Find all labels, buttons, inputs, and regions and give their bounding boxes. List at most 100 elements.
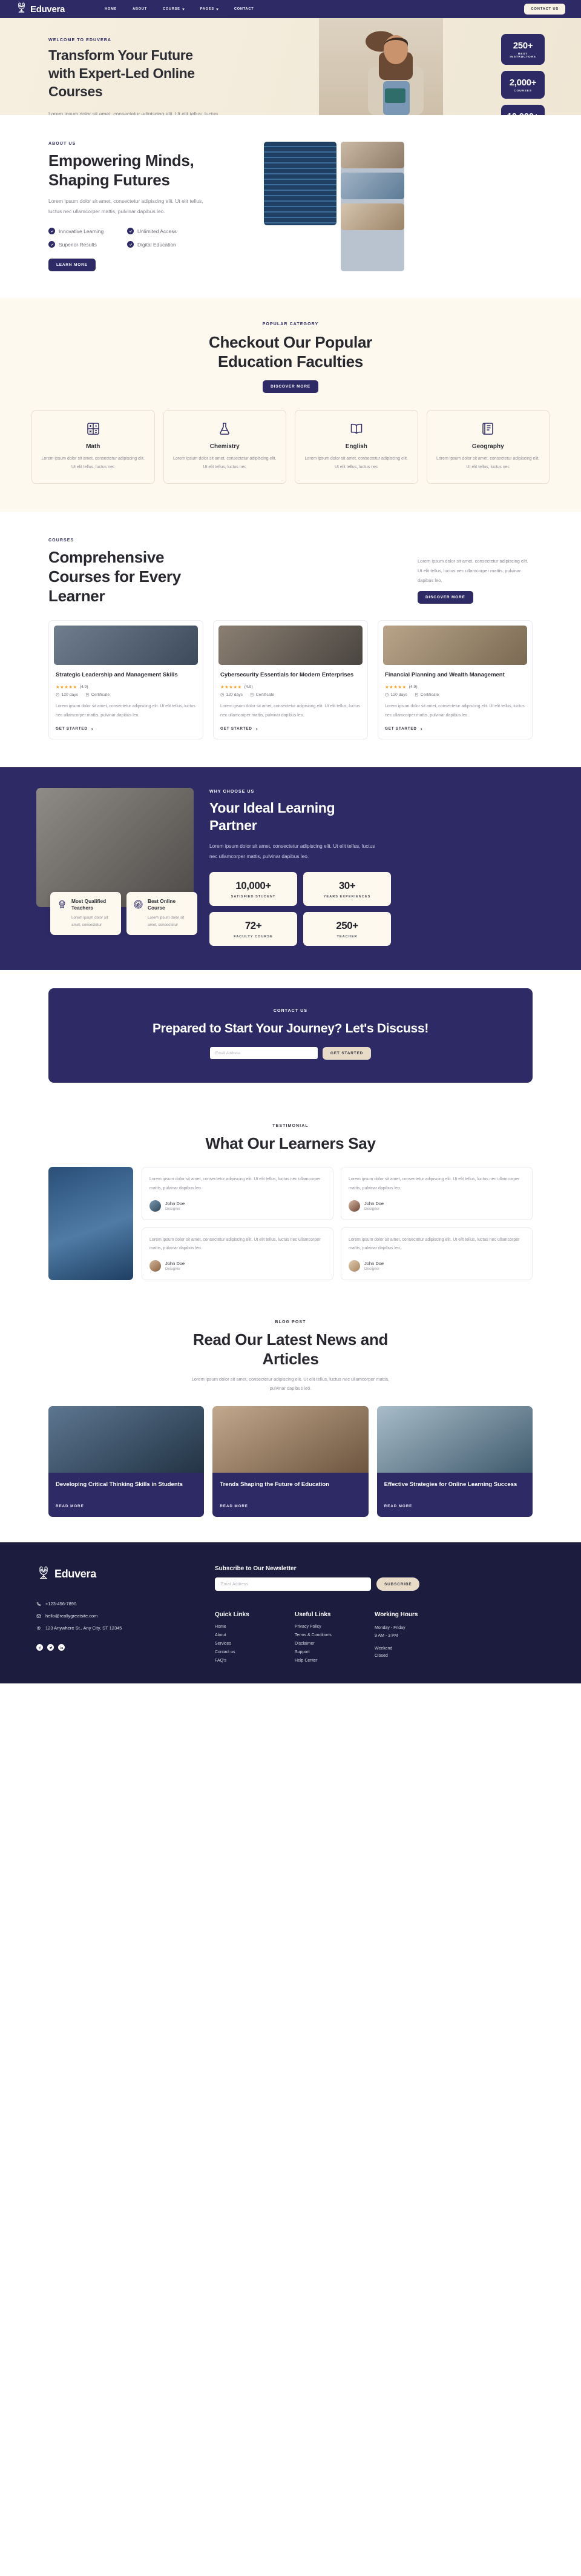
avatar [349,1260,360,1272]
about-learn-more-button[interactable]: LEARN MORE [48,259,96,272]
linkedin-icon[interactable] [58,1644,65,1651]
newsletter-email-input[interactable] [215,1577,371,1591]
nav-label: CONTACT [234,7,254,11]
course-get-started-link[interactable]: GET STARTED [385,727,525,731]
courses-discover-more-button[interactable]: DISCOVER MORE [418,591,473,604]
testimonial-name: John Doe [165,1200,185,1206]
brand-logo[interactable]: Eduvera [16,2,65,16]
blog-read-more-link[interactable]: READ MORE [56,1504,197,1508]
category-card[interactable]: Math Lorem ipsum dolor sit amet, consect… [31,409,155,484]
why-stat-card: 72+ FACULTY COURSE [209,912,297,946]
footer-link[interactable]: Terms & Conditions [295,1633,375,1637]
book-icon [303,421,410,437]
calculator-icon [40,421,146,437]
footer-useful-links-list: Privacy Policy Terms & Conditions Discla… [295,1625,375,1663]
category-card[interactable]: English Lorem ipsum dolor sit amet, cons… [295,409,418,484]
course-card[interactable]: Financial Planning and Wealth Management… [378,620,533,740]
courses-grid: Strategic Leadership and Management Skil… [48,620,533,740]
footer-link[interactable]: Disclaimer [295,1642,375,1646]
footer-useful-links-title: Useful Links [295,1611,331,1619]
footer-brand[interactable]: Eduvera [36,1565,197,1583]
footer-link[interactable]: Services [215,1642,295,1646]
footer-link[interactable]: Contact us [215,1650,295,1654]
blog-card[interactable]: Effective Strategies for Online Learning… [376,1406,533,1518]
footer-link[interactable]: Privacy Policy [295,1625,375,1629]
testimonials-eyebrow: TESTIMONIAL [272,1124,309,1129]
footer-email[interactable]: hello@reallygreatsite.com [36,1613,197,1619]
footer-link[interactable]: Support [295,1650,375,1654]
footer-phone[interactable]: +123-456-7890 [36,1601,197,1607]
about-feature-item: Innovative Learning [48,228,121,235]
newsletter-subscribe-button[interactable]: SUBSCRIBE [376,1577,420,1591]
about-photo-1 [341,142,404,168]
about-gallery [264,142,533,272]
stat-number: 2,000+ [509,78,537,88]
why-floating-desc: Lorem ipsum dolor sit amet, consectetur [71,915,108,927]
blog-body: Developing Critical Thinking Skills in S… [48,1473,205,1518]
course-card[interactable]: Strategic Leadership and Management Skil… [48,620,203,740]
why-stat-label: FACULTY COURSE [234,935,273,939]
course-duration: 120 days [56,693,78,697]
categories-discover-more-button[interactable]: DISCOVER MORE [263,380,318,393]
nav-item-pages[interactable]: PAGES [200,7,218,11]
why-stat-number: 72+ [245,920,262,932]
category-desc: Lorem ipsum dolor sit amet, consectetur … [41,456,145,469]
facebook-icon[interactable] [36,1644,43,1651]
star-rating-icon: ★★★★★ [220,684,242,690]
nav-item-contact[interactable]: CONTACT [234,7,254,11]
owl-icon [36,1565,51,1583]
category-card[interactable]: Chemistry Lorem ipsum dolor sit amet, co… [163,409,286,484]
footer-link[interactable]: Home [215,1625,295,1629]
blog-image [212,1406,369,1473]
nav-label: PAGES [200,7,214,11]
footer-link[interactable]: Help Center [295,1659,375,1663]
why-image-block: Most Qualified Teachers Lorem ipsum dolo… [36,788,197,946]
footer-hours-weekday-time: 9 AM - 3 PM [375,1633,398,1638]
courses-heading-block: COURSES Comprehensive Courses for Every … [48,538,399,606]
main-nav: HOME ABOUT COURSE PAGES CONTACT [105,7,254,11]
courses-header: COURSES Comprehensive Courses for Every … [48,538,533,606]
blog-card[interactable]: Trends Shaping the Future of Education R… [212,1406,369,1518]
nav-item-course[interactable]: COURSE [163,7,185,11]
site-header: Eduvera HOME ABOUT COURSE PAGES CONTACT … [0,0,581,18]
blog-read-more-link[interactable]: READ MORE [384,1504,525,1508]
testimonials-wrap: Lorem ipsum dolor sit amet, consectetur … [16,1167,565,1280]
footer-link[interactable]: About [215,1633,295,1637]
blog-image [48,1406,205,1473]
cta-get-started-button[interactable]: GET STARTED [322,1047,372,1060]
blog-paragraph: Lorem ipsum dolor sit amet, consectetur … [191,1376,390,1392]
about-feature-label: Unlimited Access [137,228,177,234]
cta-form: GET STARTED [61,1047,520,1060]
twitter-icon[interactable] [47,1644,54,1651]
why-stat-label: YEARS EXPERIENCES [323,895,371,899]
stat-number: 250+ [513,41,533,51]
course-get-started-link[interactable]: GET STARTED [220,727,361,731]
why-floating-card: Best Online Course Lorem ipsum dolor sit… [126,892,197,936]
blog-card[interactable]: Developing Critical Thinking Skills in S… [48,1406,205,1518]
course-link-label: GET STARTED [220,727,252,732]
course-meta: 120 days Certificate [385,693,525,697]
footer-link[interactable]: FAQ's [215,1659,295,1663]
nav-item-about[interactable]: ABOUT [133,7,147,11]
flask-icon [172,421,278,437]
header-contact-us-button[interactable]: CONTACT US [524,4,565,15]
categories-eyebrow: POPULAR CATEGORY [262,322,319,327]
site-footer: Eduvera +123-456-7890 hello@reallygreats… [0,1542,581,1684]
testimonial-person: John Doe Designer [149,1260,326,1272]
testimonial-name: John Doe [364,1260,384,1266]
blog-read-more-link[interactable]: READ MORE [220,1504,361,1508]
testimonial-role: Designer [364,1206,380,1211]
testimonial-identity: John Doe Designer [165,1261,185,1271]
chevron-right-icon [420,727,422,730]
certificate-icon [415,693,418,697]
clock-icon [56,693,59,697]
course-card[interactable]: Cybersecurity Essentials for Modern Ente… [213,620,368,740]
course-certificate: Certificate [250,693,274,697]
avatar [149,1260,161,1272]
about-photo-column [341,142,404,272]
course-get-started-link[interactable]: GET STARTED [56,727,196,731]
category-card[interactable]: Geography Lorem ipsum dolor sit amet, co… [426,409,550,484]
hero-stat-card: 10,000+ STUDENT [501,105,545,115]
cta-email-input[interactable] [209,1047,318,1060]
nav-item-home[interactable]: HOME [105,7,117,11]
